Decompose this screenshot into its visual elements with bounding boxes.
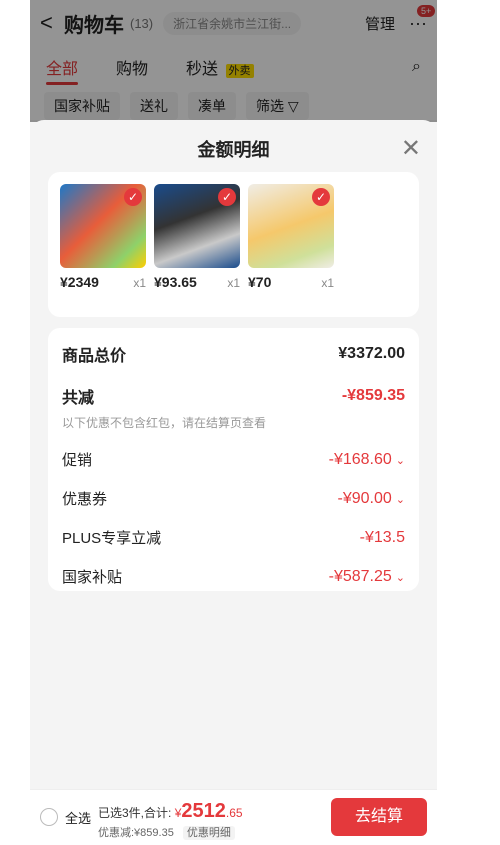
product-list-card: ✓ ¥2349 x1 ✓ ¥93.65 x1 ✓ ¥70 x1 (48, 172, 419, 317)
coupon-amount: -¥90.00 (337, 489, 392, 507)
product-info: ¥93.65 x1 (154, 274, 240, 290)
product-qty: x1 (227, 276, 240, 290)
chevron-down-icon: ⌄ (395, 454, 405, 467)
overlay-dim[interactable] (30, 0, 437, 122)
amount-detail-sheet: 金额明细 ✕ ✓ ¥2349 x1 ✓ ¥93.65 x1 ✓ ¥70 x1 商… (30, 120, 437, 790)
product-item-2[interactable]: ✓ ¥93.65 x1 (154, 184, 240, 290)
selected-check-icon: ✓ (124, 188, 142, 206)
reduce-label: 共减 (62, 390, 95, 407)
product-qty: x1 (133, 276, 146, 290)
product-qty: x1 (321, 276, 334, 290)
product-image: ✓ (154, 184, 240, 268)
checkout-button[interactable]: 去结算 (331, 798, 427, 836)
total-decimal: .65 (225, 806, 243, 820)
selected-check-icon: ✓ (312, 188, 330, 206)
coupon-row[interactable]: 优惠券 -¥90.00 ⌄ (62, 488, 405, 509)
subsidy-row[interactable]: 国家补贴 -¥587.25 ⌄ (62, 566, 405, 587)
coupon-label: 优惠券 (62, 491, 108, 508)
product-price: ¥2349 (60, 274, 99, 290)
chevron-down-icon: ⌄ (395, 571, 405, 584)
select-all-label[interactable]: 全选 (65, 808, 91, 827)
cart-app: < 购物车 (13) 浙江省余姚市兰江街... 管理 ··· 5+ 全部 购物 … (30, 0, 437, 845)
subsidy-amount: -¥587.25 (328, 567, 392, 585)
reduce-value: -¥859.35 (341, 387, 405, 404)
checkout-bar: 全选 已选3件,合计: ¥2512.65 优惠减:¥859.35 优惠明细 去结… (30, 789, 437, 845)
product-info: ¥70 x1 (248, 274, 334, 290)
product-price: ¥70 (248, 274, 272, 290)
sheet-title: 金额明细 (197, 140, 270, 160)
product-price: ¥93.65 (154, 274, 197, 290)
goods-total-value: ¥3372.00 (338, 345, 405, 362)
product-item-3[interactable]: ✓ ¥70 x1 (248, 184, 334, 290)
reduce-row: 共减 -¥859.35 (62, 384, 405, 408)
promo-value: -¥168.60 ⌄ (329, 451, 405, 469)
selected-summary: 已选3件,合计: (98, 806, 172, 820)
plus-row: PLUS专享立减 -¥13.5 (62, 527, 405, 548)
product-info: ¥2349 x1 (60, 274, 146, 290)
product-image: ✓ (60, 184, 146, 268)
product-item-1[interactable]: ✓ ¥2349 x1 (60, 184, 146, 290)
discount-detail-button[interactable]: 优惠明细 (182, 826, 235, 840)
close-icon[interactable]: ✕ (401, 134, 421, 163)
chevron-down-icon: ⌄ (395, 493, 405, 506)
product-image: ✓ (248, 184, 334, 268)
product-list: ✓ ¥2349 x1 ✓ ¥93.65 x1 ✓ ¥70 x1 (60, 184, 407, 290)
subsidy-value: -¥587.25 ⌄ (329, 568, 405, 586)
subsidy-label: 国家补贴 (62, 569, 123, 586)
goods-total-label: 商品总价 (62, 348, 127, 365)
total-summary: 已选3件,合计: ¥2512.65 (98, 800, 243, 823)
total-integer: 2512 (181, 800, 226, 822)
coupon-value: -¥90.00 ⌄ (338, 490, 405, 508)
reduce-note: 以下优惠不包含红包，请在结算页查看 (62, 416, 267, 430)
promo-label: 促销 (62, 452, 93, 469)
discount-text: 优惠减:¥859.35 (98, 827, 174, 839)
select-all-radio[interactable] (40, 808, 58, 826)
promo-row[interactable]: 促销 -¥168.60 ⌄ (62, 449, 405, 470)
plus-label: PLUS专享立减 (62, 530, 162, 547)
price-summary-card: 商品总价 ¥3372.00 共减 -¥859.35 以下优惠不包含红包，请在结算… (48, 328, 419, 591)
plus-value: -¥13.5 (359, 528, 405, 546)
selected-check-icon: ✓ (218, 188, 236, 206)
discount-line: 优惠减:¥859.35 优惠明细 (98, 824, 235, 840)
goods-total-row: 商品总价 ¥3372.00 (62, 342, 405, 366)
promo-amount: -¥168.60 (328, 450, 392, 468)
